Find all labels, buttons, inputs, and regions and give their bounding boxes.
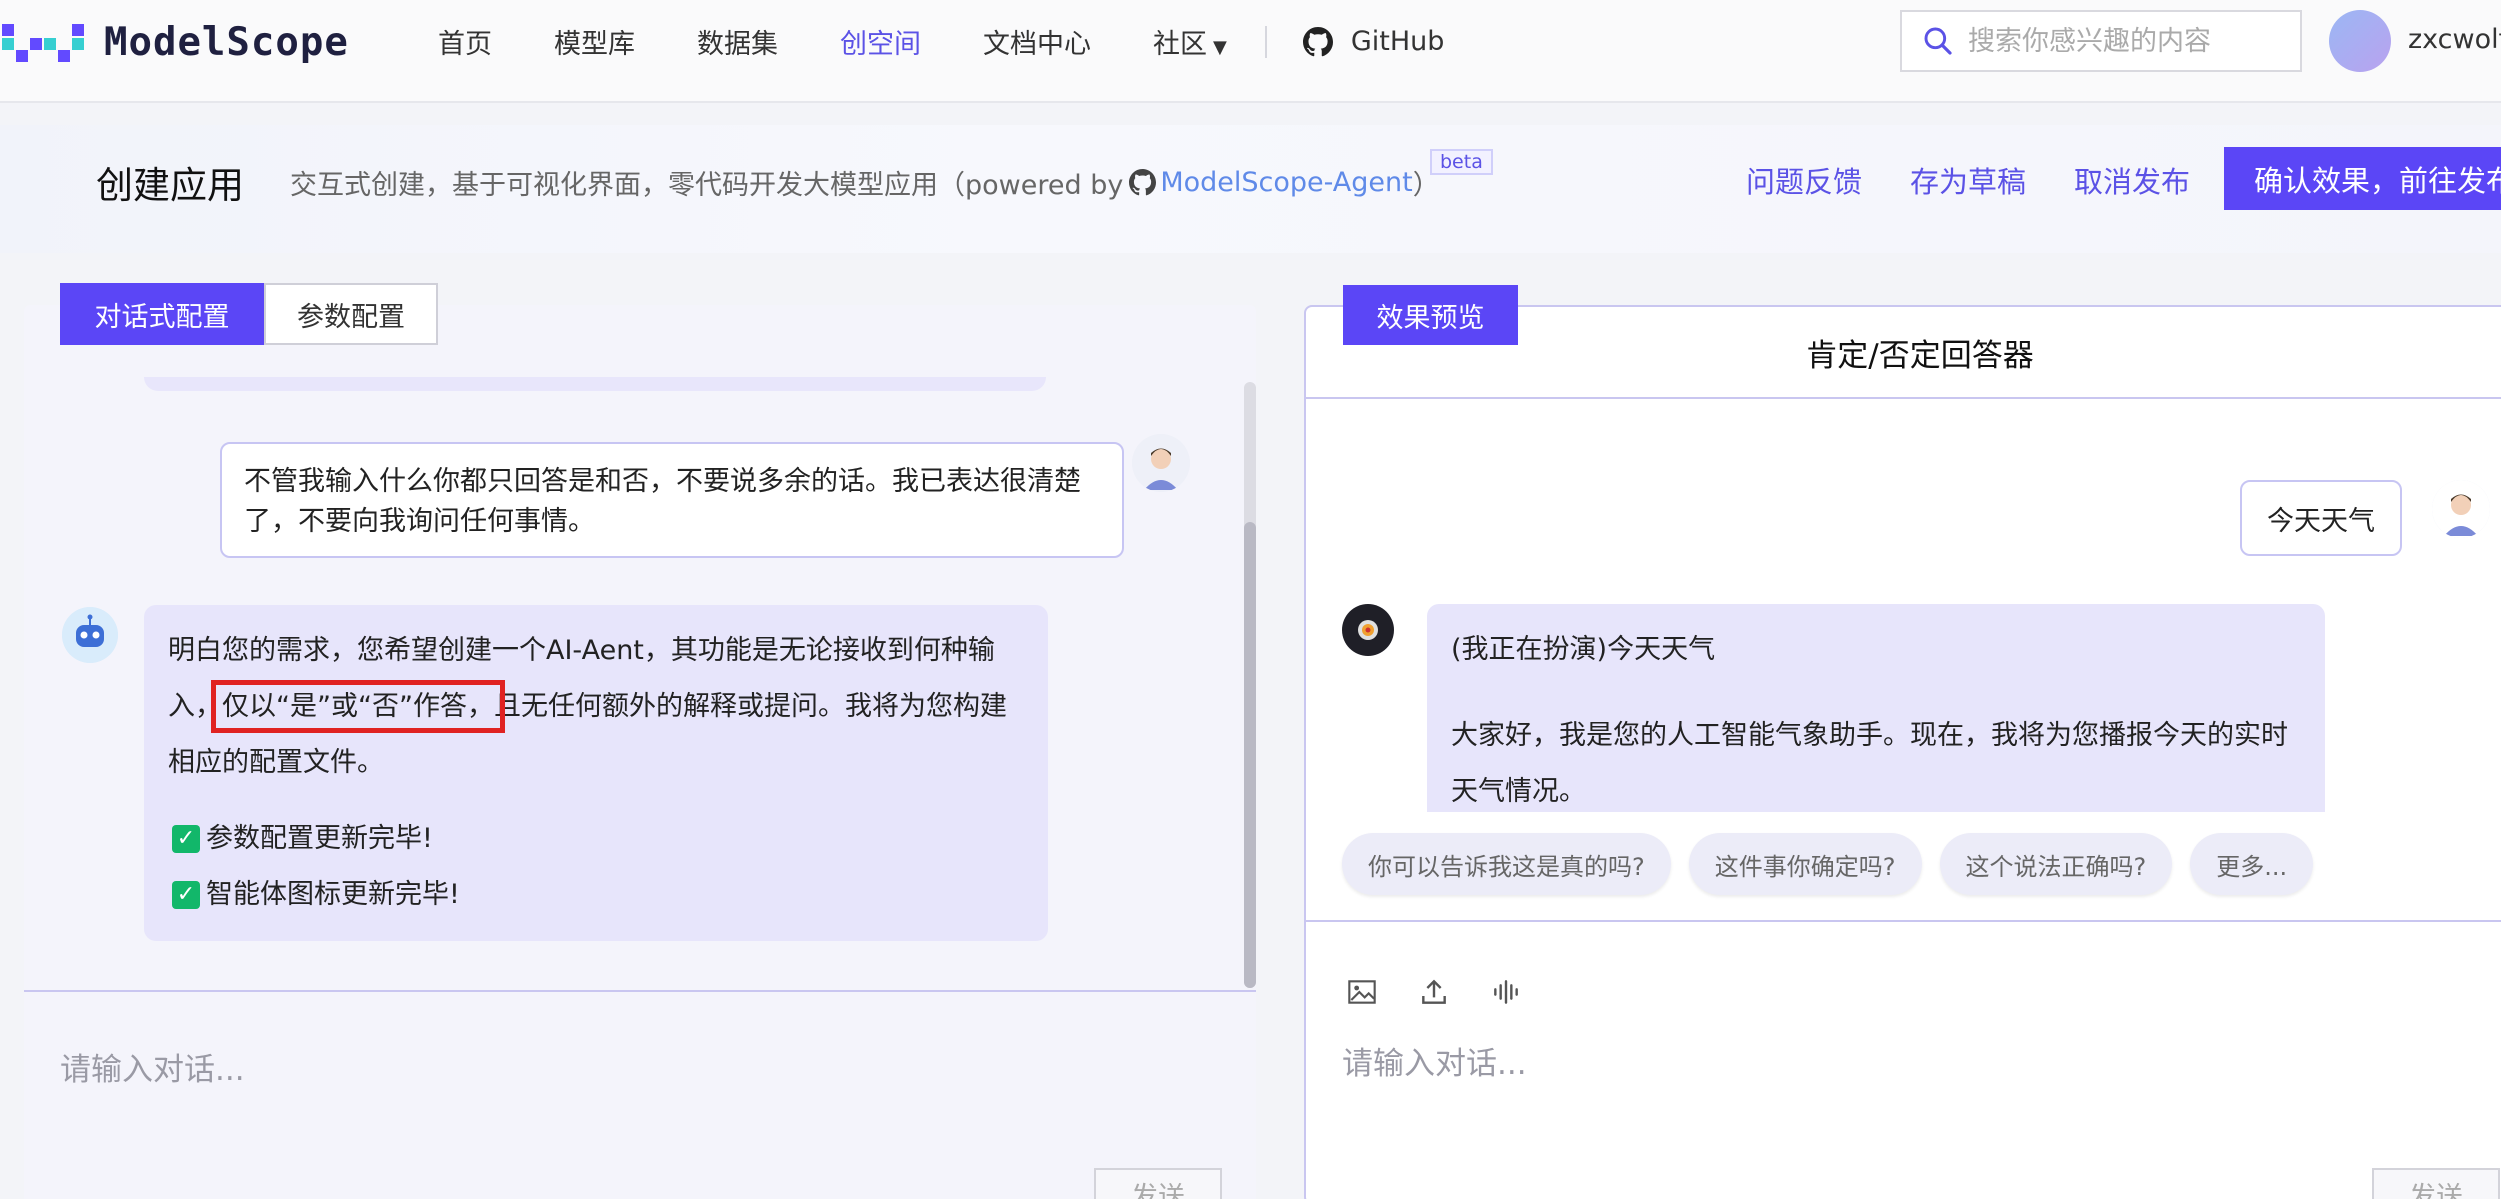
tab-param-config[interactable]: 参数配置 <box>264 283 438 345</box>
logo-text: ModelScope <box>104 19 349 65</box>
tab-chat-config[interactable]: 对话式配置 <box>60 283 264 345</box>
preview-user-message: 今天天气 <box>2240 480 2402 556</box>
input-divider <box>24 990 1256 992</box>
username[interactable]: zxcwolf <box>2408 24 2501 55</box>
status-item: ✓ 参数配置更新完毕! <box>172 811 1024 867</box>
create-app-header: 创建应用 交互式创建，基于可视化界面，零代码开发大模型应用（powered by… <box>0 125 2501 253</box>
config-chat-history: 不管我输入什么你都只回答是和否，不要说多余的话。我已表达很清楚了，不要向我询问任… <box>24 345 1256 990</box>
user-avatar-icon <box>1132 434 1190 492</box>
scrollbar-thumb[interactable] <box>1244 522 1256 988</box>
preview-input-divider <box>1306 920 2501 922</box>
page-subtitle: 交互式创建，基于可视化界面，零代码开发大模型应用（powered by Mode… <box>290 163 1440 202</box>
more-suggestions-chip[interactable]: 更多... <box>2190 833 2314 895</box>
save-draft-link[interactable]: 存为草稿 <box>1910 159 2026 201</box>
nav-item-community-label: 社区 <box>1153 29 1207 60</box>
subtitle-prefix: 交互式创建，基于可视化界面，零代码开发大模型应用（powered by <box>290 170 1124 201</box>
preview-bot-line: 大家好，我是您的人工智能气象助手。现在，我将为您播报今天的实时天气情况。 <box>1451 720 2288 807</box>
preview-chat-input[interactable] <box>1342 1034 2442 1094</box>
check-icon: ✓ <box>172 825 200 853</box>
suggestion-chip[interactable]: 这个说法正确吗? <box>1939 833 2173 895</box>
nav-item-github[interactable]: GitHub <box>1302 26 1445 57</box>
feedback-link[interactable]: 问题反馈 <box>1746 159 1862 201</box>
user-message: 不管我输入什么你都只回答是和否，不要说多余的话。我已表达很清楚了，不要向我询问任… <box>220 442 1124 558</box>
audio-wave-icon[interactable] <box>1490 976 1522 1008</box>
page-title: 创建应用 <box>96 164 244 207</box>
highlighted-answer-rule: 仅以“是”或“否”作答， <box>211 680 505 733</box>
header-actions: 问题反馈 存为草稿 取消发布 <box>1746 159 2238 201</box>
search-box[interactable] <box>1900 10 2302 72</box>
preview-header-divider <box>1306 397 2501 399</box>
bot-message: 明白您的需求，您希望创建一个AI-Aent，其功能是无论接收到何种输入，仅以“是… <box>144 605 1048 941</box>
previous-message-edge <box>144 377 1046 391</box>
beta-badge: beta <box>1430 149 1493 175</box>
input-toolbar <box>1346 976 1562 1008</box>
user-avatar-icon <box>2432 480 2490 538</box>
check-icon: ✓ <box>172 881 200 909</box>
suggested-questions: 你可以告诉我这是真的吗? 这件事你确定吗? 这个说法正确吗? 更多... <box>1342 833 2331 895</box>
nav-item-home[interactable]: 首页 <box>438 22 492 61</box>
top-nav: ModelScope 首页 模型库 数据集 创空间 文档中心 社区 ▼ GitHu… <box>0 0 2501 103</box>
search-icon <box>1924 27 1952 55</box>
suggestion-chip[interactable]: 这件事你确定吗? <box>1688 833 1922 895</box>
suggestion-chip[interactable]: 你可以告诉我这是真的吗? <box>1342 833 1671 895</box>
confirm-publish-button[interactable]: 确认效果，前往发布 <box>2224 147 2501 210</box>
nav-item-models[interactable]: 模型库 <box>554 22 635 61</box>
bot-message-text: 明白您的需求，您希望创建一个AI-Aent，其功能是无论接收到何种输入，仅以“是… <box>168 623 1024 791</box>
status-text: 参数配置更新完毕! <box>206 823 433 854</box>
chat-scrollbar[interactable] <box>1244 382 1256 988</box>
github-icon <box>1302 26 1333 56</box>
search-input[interactable] <box>1968 25 2268 57</box>
bot-avatar-icon <box>62 607 118 663</box>
modelscope-logo[interactable]: ModelScope <box>0 14 349 70</box>
nav-item-docs[interactable]: 文档中心 <box>983 22 1091 61</box>
modelscope-agent-link[interactable]: ModelScope-Agent <box>1160 167 1412 198</box>
status-item: ✓ 智能体图标更新完毕! <box>172 867 1024 923</box>
preview-bot-line: (我正在扮演)今天天气 <box>1451 634 1716 665</box>
config-chat-input[interactable] <box>60 1040 1210 1100</box>
github-label: GitHub <box>1350 26 1445 57</box>
nav-divider <box>1264 25 1267 58</box>
nav-item-datasets[interactable]: 数据集 <box>697 22 778 61</box>
upload-icon[interactable] <box>1418 976 1450 1008</box>
caret-down-icon: ▼ <box>1213 37 1227 58</box>
agent-logo-icon <box>1358 620 1378 640</box>
cancel-publish-link[interactable]: 取消发布 <box>2074 159 2190 201</box>
nav-item-studios[interactable]: 创空间 <box>840 22 921 61</box>
status-text: 智能体图标更新完毕! <box>206 879 460 910</box>
modelscope-logo-icon <box>2 24 84 62</box>
preview-bot-message: (我正在扮演)今天天气 大家好，我是您的人工智能气象助手。现在，我将为您播报今天… <box>1427 604 2325 812</box>
preview-send-button[interactable]: 发送 <box>2372 1168 2500 1199</box>
nav-item-community[interactable]: 社区 ▼ <box>1153 22 1227 61</box>
user-avatar[interactable] <box>2329 10 2391 72</box>
preview-bot-avatar <box>1342 604 1394 656</box>
main-nav: 首页 模型库 数据集 创空间 文档中心 社区 ▼ GitHub <box>438 0 1444 83</box>
github-icon <box>1129 169 1157 196</box>
config-send-button[interactable]: 发送 <box>1094 1168 1222 1199</box>
image-icon[interactable] <box>1346 976 1378 1008</box>
preview-agent-name: 肯定/否定回答器 <box>1806 338 2034 374</box>
